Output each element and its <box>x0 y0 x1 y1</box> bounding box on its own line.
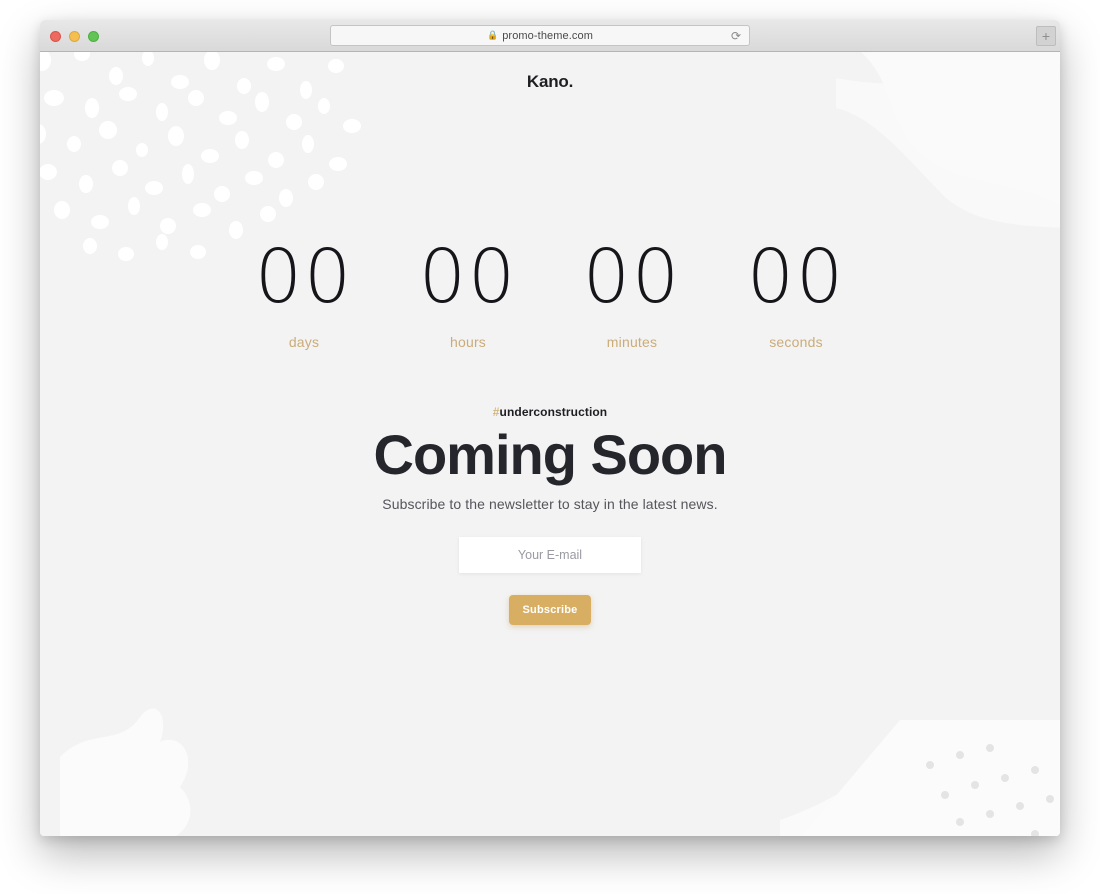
countdown-unit-days: 00 days <box>244 240 364 350</box>
countdown-minutes-label: minutes <box>606 334 658 350</box>
browser-titlebar: 🔒 promo-theme.com ⟳ + <box>40 20 1060 52</box>
url-text: promo-theme.com <box>502 29 593 42</box>
hashtag-text: underconstruction <box>499 405 608 419</box>
window-controls <box>50 31 99 42</box>
site-logo: Kano. <box>526 72 574 91</box>
lock-icon: 🔒 <box>487 30 499 40</box>
countdown-timer: 00 days 00 hours 00 minutes 00 seconds <box>40 240 1060 350</box>
countdown-minutes-value: 00 <box>582 234 682 320</box>
countdown-days-label: days <box>288 334 320 350</box>
countdown-unit-minutes: 00 minutes <box>572 240 692 350</box>
minimize-window-button[interactable] <box>69 31 80 42</box>
close-window-button[interactable] <box>50 31 61 42</box>
subscribe-description: Subscribe to the newsletter to stay in t… <box>382 496 718 512</box>
countdown-hours-label: hours <box>449 334 487 350</box>
page-title: Coming Soon <box>373 423 728 486</box>
hash-symbol: # <box>492 405 500 419</box>
email-field[interactable] <box>459 537 641 573</box>
subscribe-button[interactable]: Subscribe <box>509 595 591 625</box>
countdown-unit-seconds: 00 seconds <box>736 240 856 350</box>
brush-dots-decoration-bottom-right <box>780 720 1060 836</box>
countdown-unit-hours: 00 hours <box>408 240 528 350</box>
address-bar[interactable]: 🔒 promo-theme.com ⟳ <box>330 25 750 46</box>
page-viewport: Kano. 00 days 00 hours 00 minutes 00 sec… <box>40 52 1060 836</box>
reload-icon[interactable]: ⟳ <box>729 29 743 43</box>
hashtag: #underconstruction <box>40 405 1060 419</box>
countdown-days-value: 00 <box>254 234 354 320</box>
browser-window: 🔒 promo-theme.com ⟳ + Kano. 00 days 00 h… <box>40 20 1060 836</box>
countdown-seconds-label: seconds <box>769 334 823 350</box>
countdown-hours-value: 00 <box>418 234 518 320</box>
countdown-seconds-value: 00 <box>746 234 846 320</box>
maximize-window-button[interactable] <box>88 31 99 42</box>
new-tab-button[interactable]: + <box>1036 26 1056 46</box>
blob-decoration-bottom-left <box>60 708 191 836</box>
